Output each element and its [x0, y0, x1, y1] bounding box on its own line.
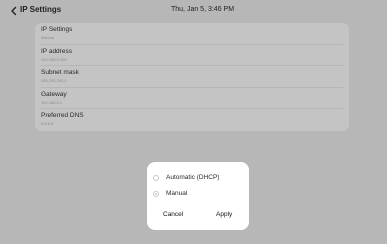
setting-ip-settings[interactable]: IP Settings Manual [35, 23, 349, 45]
setting-value: 8.8.8.8 [41, 121, 54, 127]
chevron-left-icon [11, 6, 17, 16]
setting-label: Gateway [41, 90, 67, 98]
page-title: IP Settings [20, 5, 62, 14]
back-button[interactable] [8, 5, 20, 17]
setting-ip-address[interactable]: IP address 192.168.0.100 [35, 45, 349, 67]
status-datetime: Thu, Jan 5, 3:46 PM [171, 6, 235, 13]
setting-preferred-dns[interactable]: Preferred DNS 8.8.8.8 [35, 109, 349, 131]
setting-label: IP address [41, 47, 72, 55]
option-label: Automatic (DHCP) [166, 174, 220, 181]
option-label: Manual [166, 190, 188, 197]
setting-gateway[interactable]: Gateway 192.168.0.1 [35, 88, 349, 110]
setting-value: 192.168.0.100 [41, 56, 67, 62]
setting-label: Preferred DNS [41, 112, 84, 120]
setting-label: Subnet mask [41, 69, 79, 77]
top-bar: IP Settings Thu, Jan 5, 3:46 PM [0, 0, 387, 22]
setting-label: IP Settings [41, 26, 73, 33]
setting-value: 192.168.0.1 [41, 99, 63, 105]
radio-button[interactable] [153, 175, 159, 181]
apply-button[interactable]: Apply [216, 211, 232, 223]
cancel-button[interactable]: Cancel [163, 211, 183, 223]
ip-mode-dialog: Automatic (DHCP) Manual Cancel Apply [147, 162, 249, 230]
setting-subnet-mask[interactable]: Subnet mask 255.255.255.0 [35, 66, 349, 88]
setting-value: 255.255.255.0 [41, 78, 67, 84]
option-manual[interactable]: Manual [147, 187, 249, 203]
setting-value: Manual [41, 35, 55, 40]
radio-button[interactable] [153, 191, 159, 197]
option-automatic-dhcp[interactable]: Automatic (DHCP) [147, 171, 249, 187]
settings-list: IP Settings Manual IP address 192.168.0.… [35, 23, 349, 131]
